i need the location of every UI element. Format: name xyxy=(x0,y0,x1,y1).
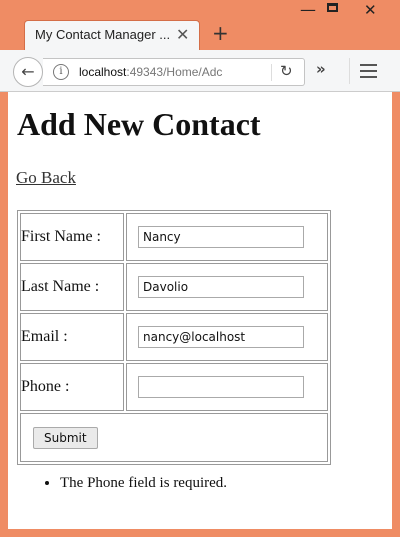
phone-label: Phone : xyxy=(20,363,124,411)
email-label: Email : xyxy=(20,313,124,361)
url-path: :49343/Home/Adc xyxy=(126,65,223,79)
browser-window: My Contact Manager ... ✕ + — ✕ ← i local… xyxy=(0,0,400,537)
first-name-cell: Nancy xyxy=(126,213,328,261)
go-back-link[interactable]: Go Back xyxy=(16,168,76,188)
new-tab-icon[interactable]: + xyxy=(212,22,229,44)
overflow-chevron-icon[interactable]: » xyxy=(316,60,326,78)
hamburger-menu-icon[interactable] xyxy=(360,64,377,82)
navigation-bar: ← i localhost:49343/Home/Adc ↻ » xyxy=(0,50,400,92)
url-host: localhost xyxy=(79,65,127,79)
form-row-phone: Phone : xyxy=(20,363,328,411)
reload-icon[interactable]: ↻ xyxy=(280,62,293,80)
form-row-submit: Submit xyxy=(20,413,328,462)
tab-title: My Contact Manager ... xyxy=(35,27,171,42)
page-content: Add New Contact Go Back First Name : Nan… xyxy=(8,92,392,529)
url-text[interactable]: localhost:49343/Home/Adc xyxy=(79,65,239,79)
close-window-icon[interactable]: ✕ xyxy=(364,1,377,19)
form-row-last-name: Last Name : Davolio xyxy=(20,263,328,311)
form-row-email: Email : nancy@localhost xyxy=(20,313,328,361)
first-name-input[interactable]: Nancy xyxy=(138,226,304,248)
submit-cell: Submit xyxy=(20,413,328,462)
phone-input[interactable] xyxy=(138,376,304,398)
back-arrow-icon[interactable]: ← xyxy=(13,57,43,87)
validation-errors: The Phone field is required. xyxy=(30,475,227,492)
title-bar: My Contact Manager ... ✕ + — ✕ xyxy=(0,0,400,51)
toolbar-separator xyxy=(349,58,350,84)
url-separator xyxy=(271,64,272,81)
last-name-input[interactable]: Davolio xyxy=(138,276,304,298)
close-tab-icon[interactable]: ✕ xyxy=(176,25,189,44)
last-name-cell: Davolio xyxy=(126,263,328,311)
first-name-label: First Name : xyxy=(20,213,124,261)
maximize-icon[interactable] xyxy=(327,3,338,12)
minimize-icon[interactable]: — xyxy=(300,0,316,19)
info-icon[interactable]: i xyxy=(53,64,69,80)
browser-tab[interactable]: My Contact Manager ... ✕ xyxy=(24,20,200,51)
phone-cell xyxy=(126,363,328,411)
contact-form-table: First Name : Nancy Last Name : Davolio E… xyxy=(17,210,331,465)
email-input[interactable]: nancy@localhost xyxy=(138,326,304,348)
last-name-label: Last Name : xyxy=(20,263,124,311)
page-title: Add New Contact xyxy=(17,106,261,142)
email-cell: nancy@localhost xyxy=(126,313,328,361)
error-message: The Phone field is required. xyxy=(60,475,227,492)
submit-button[interactable]: Submit xyxy=(33,426,98,449)
address-bar[interactable]: i localhost:49343/Home/Adc ↻ xyxy=(43,58,305,86)
form-row-first-name: First Name : Nancy xyxy=(20,213,328,261)
